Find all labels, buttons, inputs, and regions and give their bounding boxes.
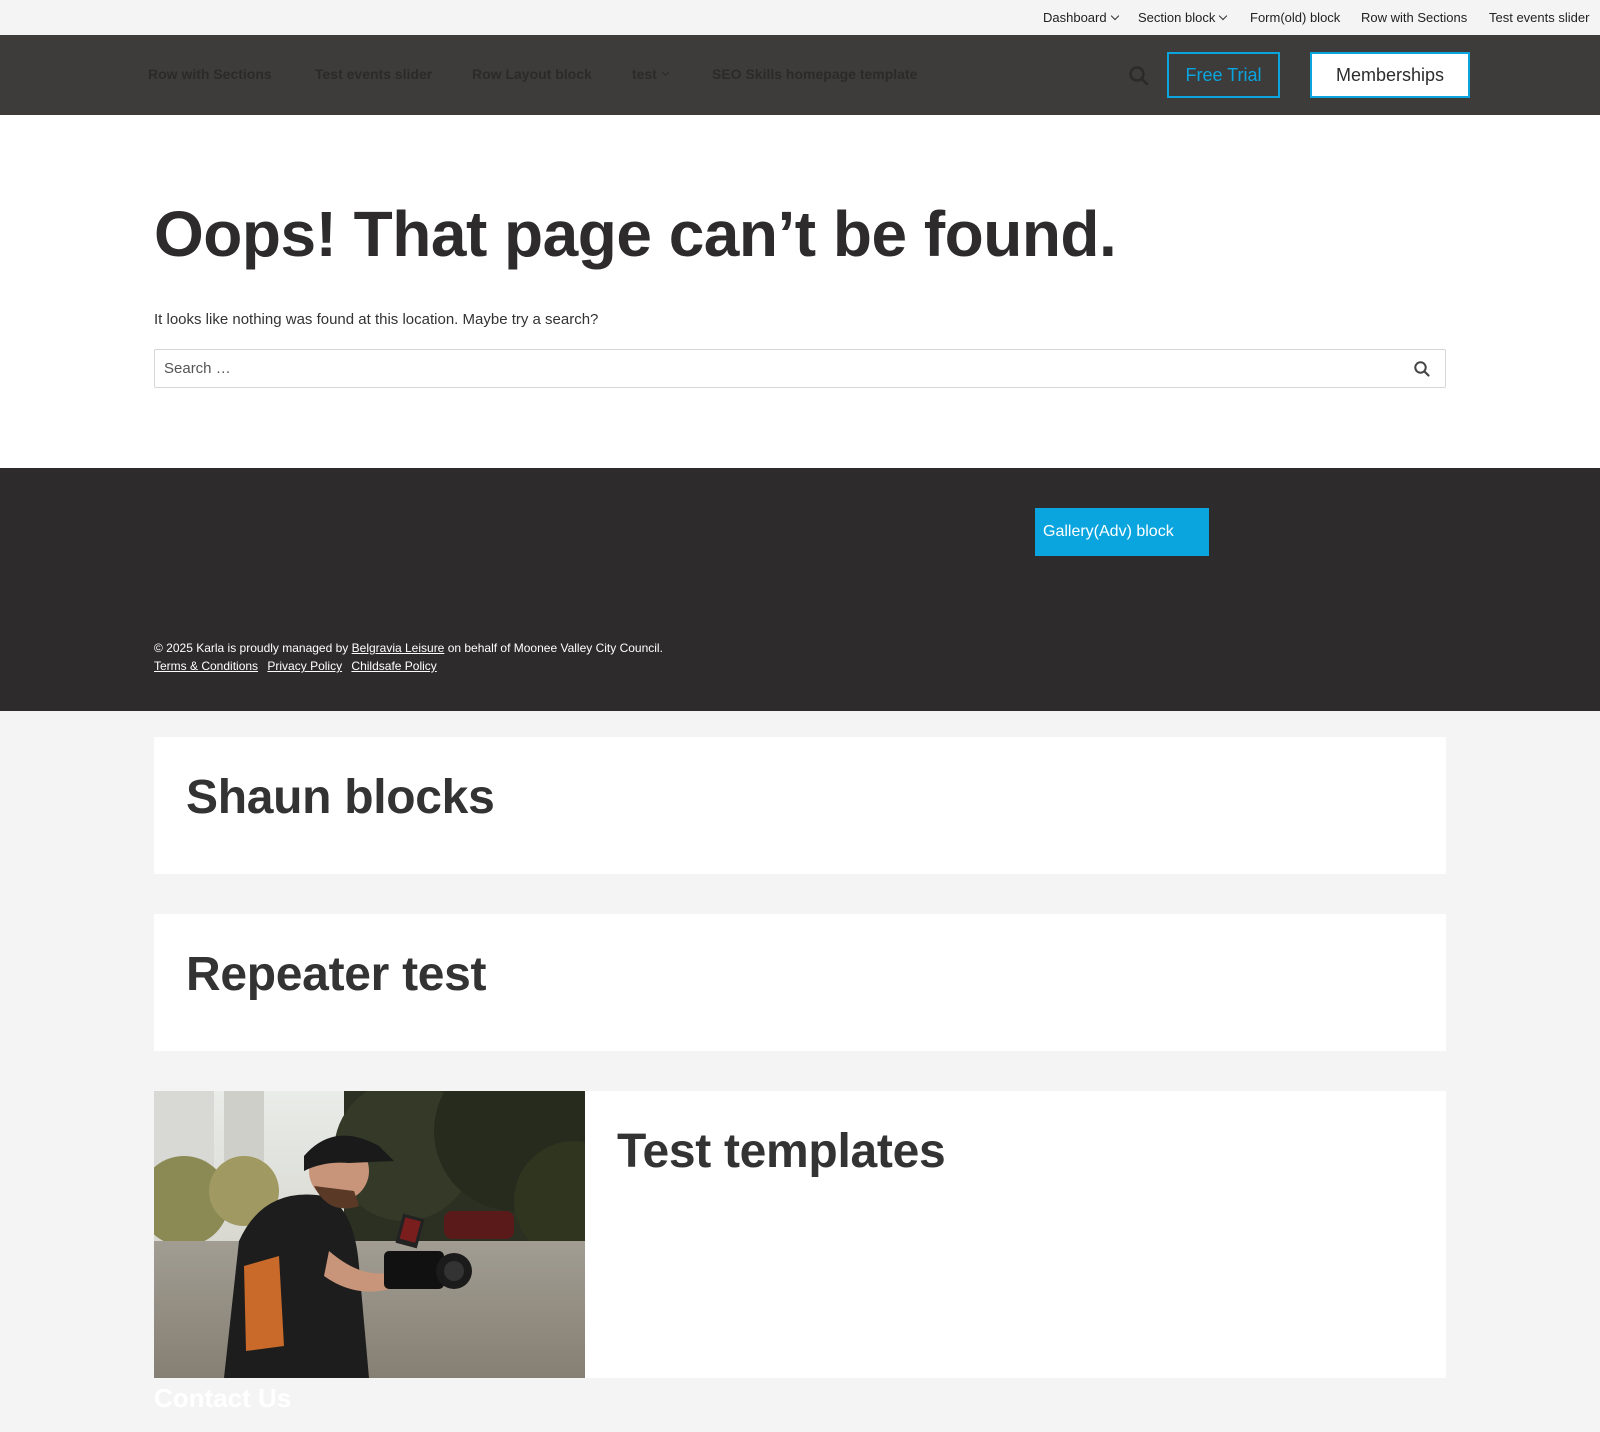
nav-item-test-events-slider[interactable]: Test events slider — [315, 66, 432, 82]
nav-item-test[interactable]: test — [632, 66, 669, 82]
search-form — [154, 349, 1446, 388]
childsafe-policy-link[interactable]: Childsafe Policy — [351, 659, 436, 673]
page-title: Oops! That page can’t be found. — [154, 198, 1117, 270]
topbar-item-form-old-block[interactable]: Form(old) block — [1250, 10, 1340, 25]
nav-item-row-with-sections[interactable]: Row with Sections — [148, 66, 272, 82]
gallery-adv-block-button[interactable]: Gallery(Adv) block — [1035, 508, 1209, 556]
search-icon[interactable] — [1128, 65, 1150, 87]
footer-links: Terms & Conditions Privacy Policy Childs… — [154, 659, 443, 673]
privacy-policy-link[interactable]: Privacy Policy — [267, 659, 342, 673]
site-footer: Gallery(Adv) block © 2025 Karla is proud… — [0, 468, 1600, 711]
topbar-item-section-block[interactable]: Section block — [1138, 10, 1228, 25]
chevron-down-icon — [1219, 11, 1228, 20]
memberships-button[interactable]: Memberships — [1310, 52, 1470, 98]
nav-item-row-layout-block[interactable]: Row Layout block — [472, 66, 592, 82]
topbar-item-dashboard[interactable]: Dashboard — [1043, 10, 1119, 25]
not-found-message: It looks like nothing was found at this … — [154, 311, 599, 328]
site-header: Row with Sections Test events slider Row… — [0, 35, 1600, 115]
topbar-item-row-with-sections[interactable]: Row with Sections — [1361, 10, 1467, 25]
main-content: Oops! That page can’t be found. It looks… — [0, 115, 1600, 468]
card-repeater-test[interactable]: Repeater test — [154, 914, 1446, 1051]
contact-us-heading: Contact Us — [154, 1383, 292, 1413]
card-title: Test templates — [617, 1125, 946, 1178]
videographer-photo — [154, 1091, 585, 1378]
card-test-templates[interactable]: Test templates — [154, 1091, 1446, 1378]
card-title: Repeater test — [186, 948, 487, 1001]
belgravia-leisure-link[interactable]: Belgravia Leisure — [352, 641, 445, 655]
card-shaun-blocks[interactable]: Shaun blocks — [154, 737, 1446, 874]
nav-item-seo-skills-homepage-template[interactable]: SEO Skills homepage template — [712, 66, 917, 82]
copyright-text: © 2025 Karla is proudly managed by Belgr… — [154, 641, 663, 655]
free-trial-button[interactable]: Free Trial — [1167, 52, 1280, 98]
utility-bar: Dashboard Section block Form(old) block … — [0, 0, 1600, 35]
search-input[interactable] — [155, 350, 1395, 387]
topbar-item-test-events-slider[interactable]: Test events slider — [1489, 10, 1589, 25]
card-title: Shaun blocks — [186, 771, 495, 824]
terms-conditions-link[interactable]: Terms & Conditions — [154, 659, 258, 673]
search-submit-icon[interactable] — [1413, 360, 1431, 378]
chevron-down-icon — [661, 68, 669, 77]
chevron-down-icon — [1110, 11, 1119, 20]
